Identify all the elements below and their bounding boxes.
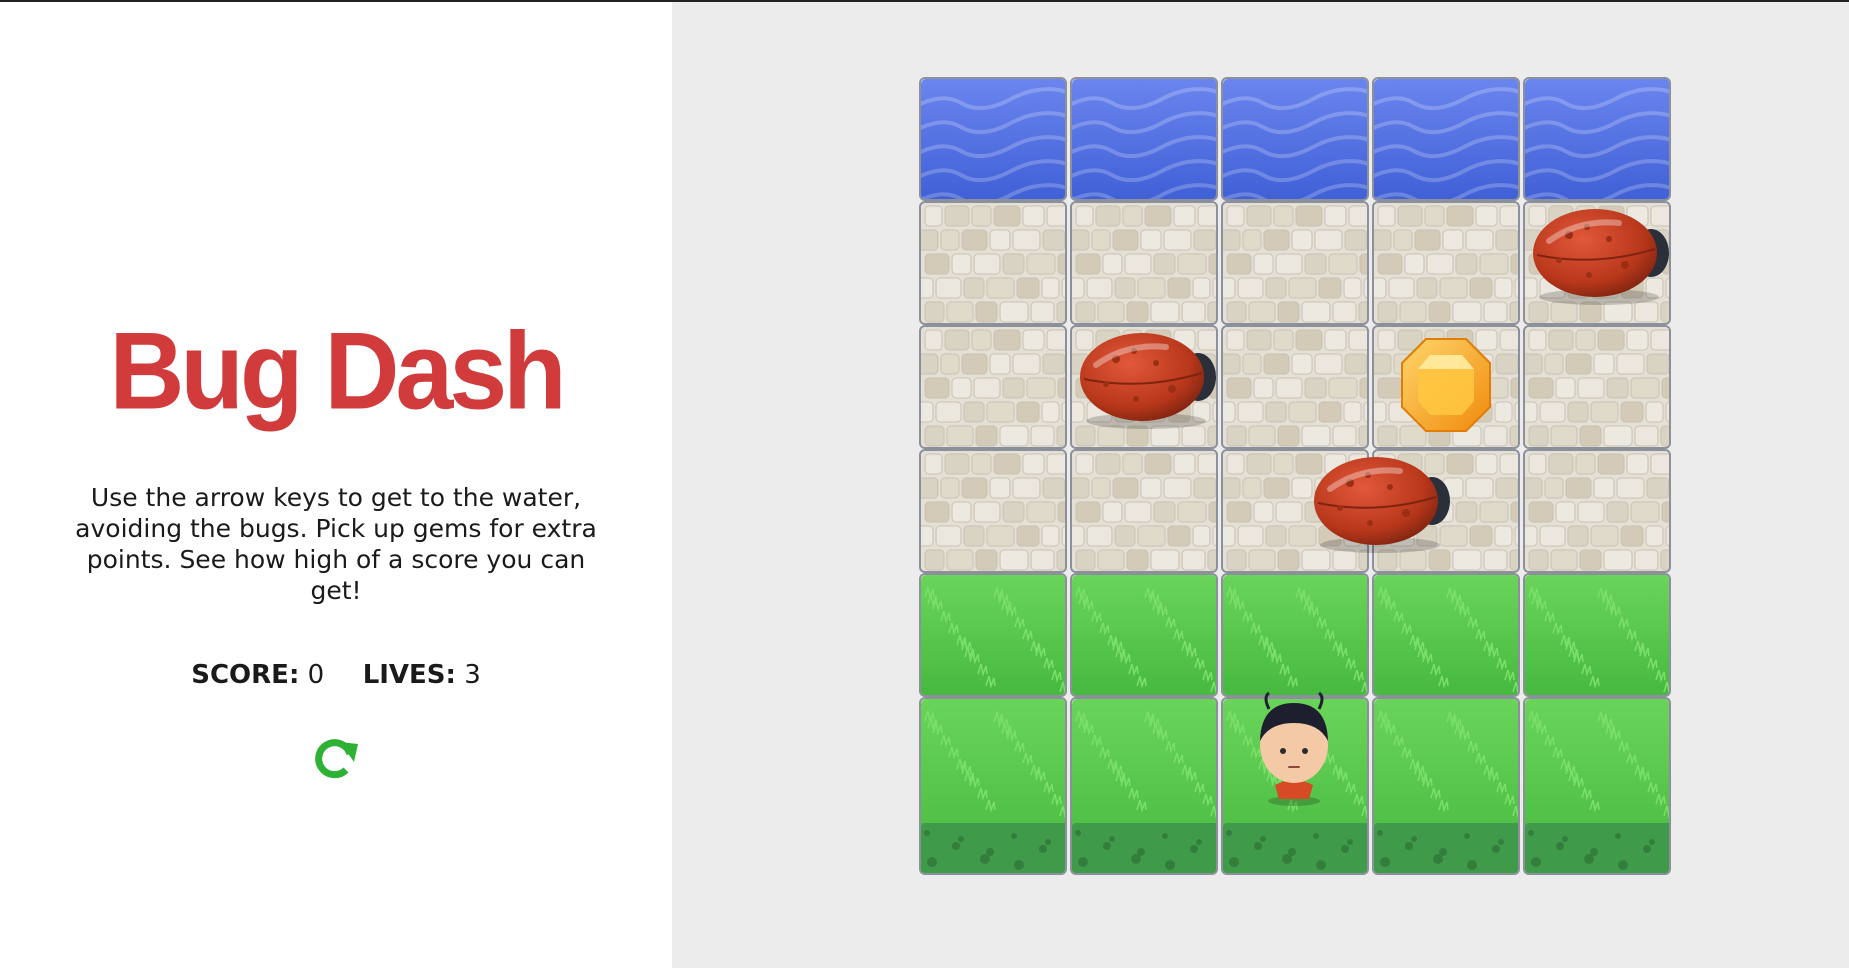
water-tile bbox=[1221, 77, 1369, 201]
gem bbox=[1398, 333, 1494, 437]
water-tile bbox=[1070, 77, 1218, 201]
stone-tile bbox=[919, 449, 1067, 573]
grass-tile bbox=[1070, 697, 1218, 875]
lives-label: LIVES: bbox=[362, 660, 456, 690]
water-tile bbox=[919, 77, 1067, 201]
status-bar: SCORE: 0 LIVES: 3 bbox=[0, 660, 672, 690]
stone-tile bbox=[1523, 325, 1671, 449]
restart-icon bbox=[315, 739, 358, 779]
enemy-bug bbox=[1310, 453, 1456, 553]
score-label: SCORE: bbox=[191, 660, 300, 690]
restart-button[interactable] bbox=[310, 732, 362, 784]
score-value: 0 bbox=[307, 660, 325, 690]
enemy-bug bbox=[1076, 329, 1222, 429]
info-panel: Bug Dash Use the arrow keys to get to th… bbox=[0, 2, 672, 968]
lives-value: 3 bbox=[464, 660, 481, 690]
game-title: Bug Dash bbox=[109, 311, 566, 433]
grass-tile bbox=[1221, 573, 1369, 697]
grass-tile bbox=[919, 697, 1067, 875]
stone-tile bbox=[1221, 325, 1369, 449]
stone-tile bbox=[1523, 449, 1671, 573]
water-tile bbox=[1523, 77, 1671, 201]
game-board[interactable] bbox=[917, 77, 1675, 881]
stone-tile bbox=[919, 201, 1067, 325]
grass-tile bbox=[1070, 573, 1218, 697]
grass-tile bbox=[1372, 697, 1520, 875]
player-character bbox=[1239, 689, 1349, 809]
enemy-bug bbox=[1529, 205, 1675, 305]
grass-tile bbox=[919, 573, 1067, 697]
stone-tile bbox=[1372, 201, 1520, 325]
stone-tile bbox=[1070, 449, 1218, 573]
stone-tile bbox=[1070, 201, 1218, 325]
stone-tile bbox=[1221, 201, 1369, 325]
water-tile bbox=[1372, 77, 1520, 201]
stone-tile bbox=[919, 325, 1067, 449]
game-instructions: Use the arrow keys to get to the water, … bbox=[75, 483, 597, 605]
grass-tile bbox=[1372, 573, 1520, 697]
grass-tile bbox=[1523, 573, 1671, 697]
grass-tile bbox=[1523, 697, 1671, 875]
